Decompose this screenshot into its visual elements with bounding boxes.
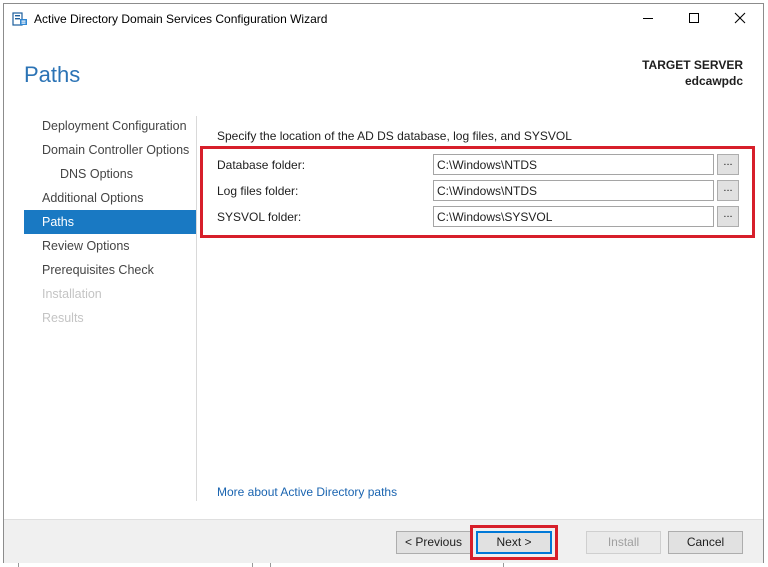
nav-item-installation: Installation (42, 287, 102, 301)
install-button: Install (586, 531, 661, 554)
sysvol-folder-browse-button[interactable]: ... (717, 206, 739, 227)
more-about-paths-link[interactable]: More about Active Directory paths (217, 485, 397, 499)
log-files-folder-input[interactable] (433, 180, 714, 201)
log-files-folder-label: Log files folder: (217, 184, 299, 198)
target-server-label: TARGET SERVER (642, 58, 743, 72)
nav-item-results: Results (42, 311, 84, 325)
database-folder-browse-button[interactable]: ... (717, 154, 739, 175)
background-divider (503, 563, 504, 567)
window-title: Active Directory Domain Services Configu… (34, 12, 328, 26)
close-icon (734, 12, 746, 27)
intro-text: Specify the location of the AD DS databa… (217, 129, 572, 143)
background-divider (270, 563, 271, 567)
maximize-button[interactable] (671, 4, 717, 34)
nav-item-additional-options[interactable]: Additional Options (24, 186, 196, 210)
close-button[interactable] (717, 4, 763, 34)
wizard-window: Active Directory Domain Services Configu… (3, 3, 764, 563)
wizard-nav: Deployment Configuration Domain Controll… (24, 114, 196, 330)
nav-divider (196, 116, 197, 501)
database-folder-input[interactable] (433, 154, 714, 175)
nav-item-dns-options[interactable]: DNS Options (24, 162, 196, 186)
database-folder-label: Database folder: (217, 158, 306, 172)
sysvol-folder-row: SYSVOL folder: ... (217, 206, 747, 228)
nav-item-prerequisites-check[interactable]: Prerequisites Check (24, 258, 196, 282)
maximize-icon (688, 12, 700, 27)
background-divider (18, 563, 19, 567)
nav-item-domain-controller-options[interactable]: Domain Controller Options (24, 138, 196, 162)
minimize-icon (642, 12, 654, 27)
next-highlight-box (470, 525, 558, 560)
log-files-folder-row: Log files folder: ... (217, 180, 747, 202)
sysvol-folder-label: SYSVOL folder: (217, 210, 302, 224)
cancel-button[interactable]: Cancel (668, 531, 743, 554)
page-title: Paths (24, 62, 81, 87)
server-manager-app-icon (12, 11, 28, 27)
sysvol-folder-input[interactable] (433, 206, 714, 227)
minimize-button[interactable] (625, 4, 671, 34)
title-bar[interactable]: Active Directory Domain Services Configu… (4, 4, 763, 34)
target-server-name: edcawpdc (684, 74, 743, 88)
wizard-footer: < Previous Next > Install Cancel (4, 519, 763, 563)
nav-item-review-options[interactable]: Review Options (24, 234, 196, 258)
database-folder-row: Database folder: ... (217, 154, 747, 176)
log-files-folder-browse-button[interactable]: ... (717, 180, 739, 201)
previous-button[interactable]: < Previous (396, 531, 471, 554)
background-divider (252, 563, 253, 567)
nav-item-deployment-configuration[interactable]: Deployment Configuration (24, 114, 196, 138)
nav-item-paths[interactable]: Paths (24, 210, 196, 234)
